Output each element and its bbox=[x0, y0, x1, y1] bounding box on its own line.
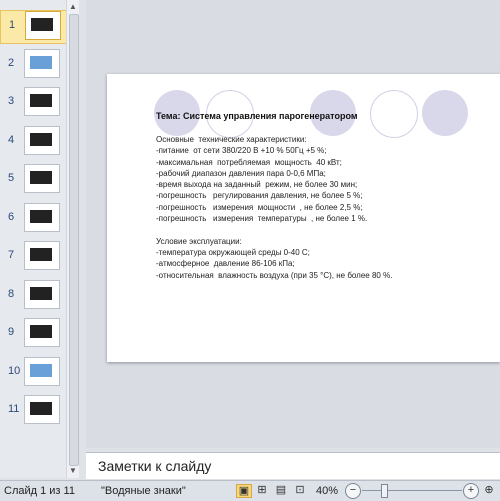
scroll-down-icon[interactable]: ▼ bbox=[67, 464, 79, 478]
slide-canvas[interactable]: Тема: Система управления парогенератором… bbox=[107, 74, 500, 362]
slide-thumbnail[interactable]: 10 bbox=[0, 356, 66, 389]
slide-sorter-view-icon[interactable]: ⊞ bbox=[255, 484, 269, 496]
slide-thumbnail-number: 4 bbox=[8, 133, 15, 146]
slide-thumbnail-number: 10 bbox=[8, 364, 21, 377]
decor-circle bbox=[422, 90, 468, 136]
slide-thumbnail[interactable]: 1 bbox=[0, 10, 68, 44]
slide-thumbnail-number: 3 bbox=[8, 95, 15, 107]
thumbnail-content bbox=[30, 286, 52, 300]
thumbnail-content bbox=[30, 325, 52, 338]
thumbnail-content bbox=[30, 248, 52, 261]
slide-thumbnail-number: 7 bbox=[8, 249, 15, 261]
fit-to-window-icon[interactable]: ⊕ bbox=[482, 484, 496, 496]
slideshow-view-icon[interactable]: ⊡ bbox=[293, 484, 307, 496]
slide-thumbnail[interactable]: 4 bbox=[0, 125, 66, 158]
thumbnail-scrollbar[interactable]: ▲ ▼ bbox=[66, 0, 79, 478]
slide-thumbnail-number: 9 bbox=[8, 326, 15, 338]
slide-thumbnail-preview bbox=[25, 11, 61, 40]
notes-placeholder: Заметки к слайду bbox=[98, 458, 212, 474]
slide-thumbnail[interactable]: 2 bbox=[0, 48, 66, 81]
thumbnail-content bbox=[30, 55, 52, 69]
status-bar: Слайд 1 из 11 "Водяные знаки" ▣ ⊞ ▤ ⊡ 40… bbox=[0, 480, 500, 501]
slide-thumbnail-preview bbox=[24, 125, 60, 155]
thumbnail-content bbox=[30, 132, 52, 146]
zoom-slider-handle[interactable] bbox=[381, 484, 388, 498]
thumbnail-content bbox=[30, 171, 52, 184]
slide-thumbnail[interactable]: 9 bbox=[0, 318, 66, 350]
slide-thumbnail-preview bbox=[24, 241, 60, 270]
zoom-in-button[interactable]: + bbox=[463, 483, 479, 499]
decor-circle bbox=[370, 90, 418, 138]
slide-thumbnail[interactable]: 6 bbox=[0, 202, 66, 235]
scroll-up-icon[interactable]: ▲ bbox=[67, 0, 79, 14]
slides-thumbnail-panel: 1 2 3 4 5 6 7 8 9 10 11 ▲ ▼ bbox=[0, 0, 79, 478]
zoom-slider-track[interactable] bbox=[362, 490, 462, 491]
scroll-thumb[interactable] bbox=[69, 14, 79, 466]
slide-thumbnail-preview bbox=[24, 202, 60, 232]
slide-thumbnail[interactable]: 3 bbox=[0, 87, 66, 119]
slide-title[interactable]: Тема: Система управления парогенератором bbox=[156, 111, 358, 121]
slide-body-text[interactable]: Основные технические характеристики: -пи… bbox=[156, 134, 392, 281]
zoom-level[interactable]: 40% bbox=[316, 485, 338, 497]
slide-thumbnail[interactable]: 8 bbox=[0, 279, 66, 312]
reading-view-icon[interactable]: ▤ bbox=[274, 484, 288, 496]
slide-thumbnail-preview bbox=[24, 279, 60, 309]
thumbnail-content bbox=[31, 18, 53, 31]
slide-thumbnail-preview bbox=[24, 164, 60, 193]
slide-counter: Слайд 1 из 11 bbox=[4, 485, 75, 497]
slide-thumbnail-number: 8 bbox=[8, 287, 15, 300]
notes-pane[interactable]: Заметки к слайду bbox=[86, 452, 500, 479]
normal-view-icon[interactable]: ▣ bbox=[236, 484, 252, 498]
thumbnail-content bbox=[30, 94, 52, 107]
slide-thumbnail-number: 6 bbox=[8, 210, 15, 223]
slide-thumbnail-number: 11 bbox=[8, 403, 20, 415]
slide-thumbnail[interactable]: 11 bbox=[0, 395, 66, 427]
slide-thumbnail[interactable]: 7 bbox=[0, 241, 66, 273]
slide-thumbnail-preview bbox=[24, 356, 60, 386]
thumbnail-content bbox=[30, 363, 52, 377]
slide-thumbnail-preview bbox=[24, 48, 60, 78]
slide-editor: Тема: Система управления парогенератором… bbox=[86, 0, 500, 448]
slide-thumbnail-number: 2 bbox=[8, 56, 15, 69]
thumbnail-content bbox=[30, 209, 52, 223]
slide-thumbnail[interactable]: 5 bbox=[0, 164, 66, 196]
slide-thumbnail-number: 1 bbox=[9, 19, 16, 31]
theme-name[interactable]: "Водяные знаки" bbox=[101, 485, 186, 497]
slide-thumbnail-preview bbox=[24, 395, 60, 424]
zoom-out-button[interactable]: − bbox=[345, 483, 361, 499]
slide-thumbnail-number: 5 bbox=[8, 172, 15, 184]
slide-thumbnail-preview bbox=[24, 318, 60, 347]
thumbnail-content bbox=[30, 402, 52, 415]
slide-thumbnail-preview bbox=[24, 87, 60, 116]
